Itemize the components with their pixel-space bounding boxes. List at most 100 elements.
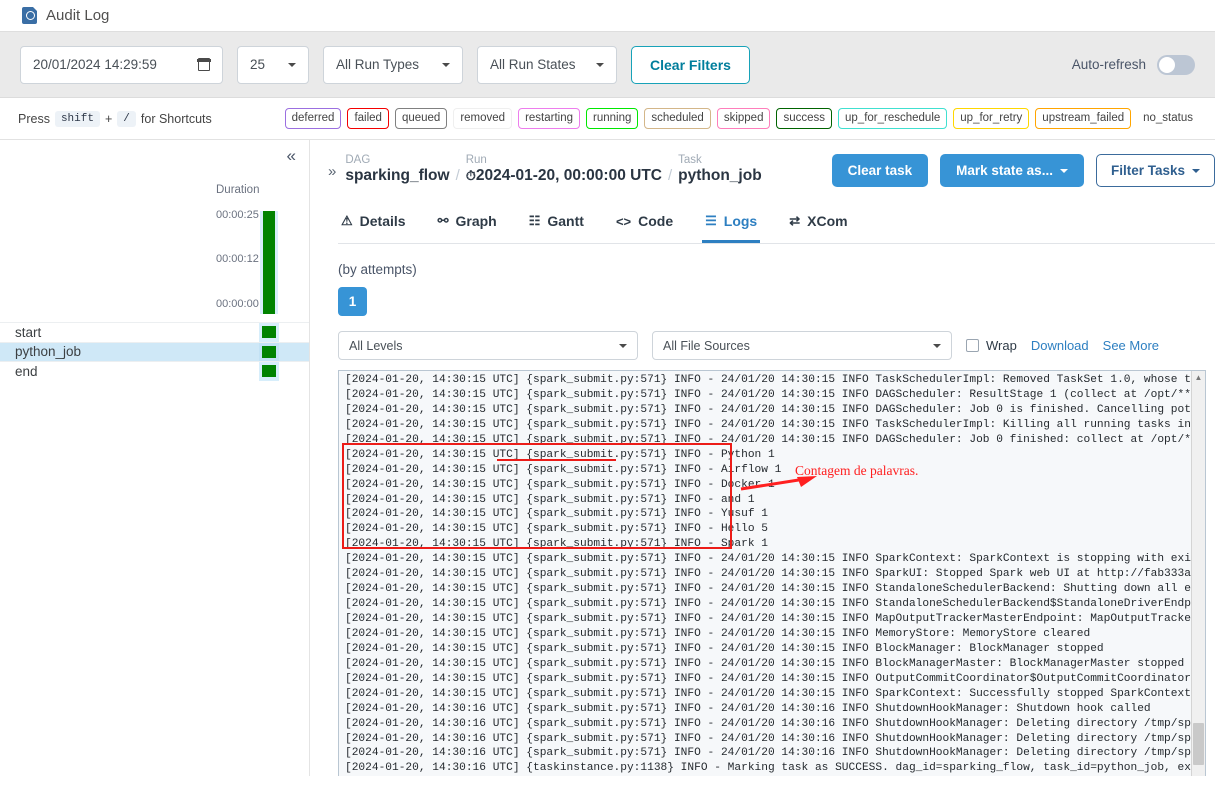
log-line: [2024-01-20, 14:30:15 UTC] {spark_submit… — [345, 553, 1206, 566]
log-vertical-scrollbar[interactable]: ▲ ▼ — [1191, 371, 1205, 776]
chevron-down-icon — [1192, 168, 1200, 177]
audit-doc-icon — [22, 7, 37, 24]
clear-task-label: Clear task — [847, 163, 913, 178]
state-badge-skipped[interactable]: skipped — [716, 108, 771, 129]
filter-tasks-button[interactable]: Filter Tasks — [1095, 154, 1215, 187]
chevron-down-icon — [442, 62, 450, 71]
run-type-select[interactable]: All Run Types — [323, 45, 463, 84]
duration-tick-mid: 00:00:12 — [216, 253, 259, 265]
breadcrumb-dag[interactable]: DAG sparking_flow — [345, 154, 449, 185]
tab-logs[interactable]: ☰ Logs — [702, 207, 761, 243]
log-line: [2024-01-20, 14:30:15 UTC] {spark_submit… — [345, 493, 755, 506]
task-status-square[interactable] — [262, 365, 276, 378]
gantt-tab-icon: ☷ — [528, 213, 541, 228]
clear-filters-button[interactable]: Clear Filters — [631, 45, 750, 84]
task-row-label: end — [15, 363, 38, 379]
state-badge-up_for_retry[interactable]: up_for_retry — [953, 108, 1030, 129]
tab-code[interactable]: <> Code — [613, 207, 676, 243]
log-level-select[interactable]: All Levels — [338, 331, 638, 360]
state-badge-failed[interactable]: failed — [347, 108, 389, 129]
log-output-panel[interactable]: [2024-01-20, 14:30:15 UTC] {spark_submit… — [338, 370, 1206, 776]
state-badge-list: deferred failed queued removed restarting run… — [284, 108, 1199, 129]
tab-gantt[interactable]: ☷ Gantt — [526, 207, 587, 243]
tab-xcom[interactable]: ⇄ XCom — [786, 207, 850, 243]
scroll-down-icon[interactable]: ▼ — [1192, 775, 1205, 776]
filter-tasks-label: Filter Tasks — [1110, 163, 1185, 178]
task-row-label: python_job — [15, 344, 82, 360]
task-actions: Clear task Mark state as... Filter Tasks — [831, 154, 1215, 187]
task-status-square[interactable] — [262, 326, 276, 339]
log-line: [2024-01-20, 14:30:16 UTC] {taskinstance… — [345, 762, 1205, 775]
page-size-select[interactable]: 25 — [237, 45, 309, 84]
log-line: [2024-01-20, 14:30:16 UTC] {spark_submit… — [345, 702, 1151, 715]
tab-graph[interactable]: ⚯ Graph — [435, 207, 500, 243]
state-badge-up_for_reschedule[interactable]: up_for_reschedule — [838, 108, 948, 129]
clock-icon: ⏱ — [465, 168, 476, 183]
expand-sidebar-icon[interactable]: » — [328, 163, 336, 180]
breadcrumb-dag-value: sparking_flow — [345, 167, 450, 184]
run-state-select[interactable]: All Run States — [477, 45, 617, 84]
clear-task-button[interactable]: Clear task — [831, 154, 929, 187]
log-line: [2024-01-20, 14:30:16 UTC] {spark_submit… — [345, 747, 1205, 760]
chevron-down-icon — [1059, 168, 1068, 177]
task-row-start[interactable]: start — [0, 322, 309, 342]
mark-state-button[interactable]: Mark state as... — [940, 154, 1084, 187]
tab-details[interactable]: ⚠ Details — [338, 207, 409, 243]
log-controls: All Levels All File Sources Wrap Downloa… — [338, 331, 1215, 360]
auto-refresh-toggle[interactable] — [1157, 54, 1195, 75]
log-source-select[interactable]: All File Sources — [652, 331, 952, 360]
main-body: « Duration 00:00:25 00:00:12 00:00:00 st… — [0, 140, 1215, 776]
log-vertical-scroll-thumb[interactable] — [1193, 723, 1204, 765]
attempt-tab-1[interactable]: 1 — [338, 287, 367, 316]
breadcrumb-task[interactable]: Task python_job — [678, 154, 762, 185]
tab-label: Code — [638, 213, 674, 229]
log-line: [2024-01-20, 14:30:16 UTC] {spark_submit… — [345, 717, 1205, 730]
state-badge-scheduled[interactable]: scheduled — [644, 108, 711, 129]
scroll-up-icon[interactable]: ▲ — [1192, 371, 1205, 385]
state-badge-success[interactable]: success — [776, 108, 833, 129]
state-badge-running[interactable]: running — [586, 108, 639, 129]
breadcrumb-run-label: Run — [465, 154, 487, 166]
log-line: [2024-01-20, 14:30:15 UTC] {spark_submit… — [345, 523, 768, 536]
log-text-content: [2024-01-20, 14:30:15 UTC] {spark_submit… — [339, 371, 1205, 776]
run-state-value: All Run States — [490, 57, 576, 72]
log-source-value: All File Sources — [663, 338, 750, 353]
logs-tab-icon: ☰ — [705, 213, 717, 228]
log-line: [2024-01-20, 14:30:15 UTC] {spark_submit… — [345, 374, 1205, 386]
execution-date-input[interactable]: 20/01/2024 14:29:59 — [20, 45, 223, 84]
state-badge-no_status: no_status — [1137, 109, 1199, 128]
state-badge-deferred[interactable]: deferred — [284, 108, 342, 129]
state-badge-upstream_failed[interactable]: upstream_failed — [1035, 108, 1132, 129]
task-row-python_job[interactable]: python_job — [0, 341, 309, 361]
task-row-label: start — [15, 324, 42, 340]
breadcrumb-run[interactable]: Run ⏱2024-01-20, 00:00:00 UTC — [466, 154, 662, 185]
wrap-label: Wrap — [986, 338, 1017, 353]
see-more-link[interactable]: See More — [1103, 338, 1159, 353]
log-line: [2024-01-20, 14:30:15 UTC] {spark_submit… — [345, 598, 1206, 611]
tab-label: Logs — [723, 213, 758, 229]
auto-refresh-label: Auto-refresh — [1071, 57, 1146, 72]
log-line: [2024-01-20, 14:30:15 UTC] {spark_submit… — [345, 433, 1205, 446]
by-attempts-label: (by attempts) — [338, 262, 417, 277]
duration-bar[interactable] — [263, 211, 275, 314]
log-line: [2024-01-20, 14:30:15 UTC] {spark_submit… — [345, 642, 1104, 655]
download-link[interactable]: Download — [1031, 338, 1089, 353]
details-tab-icon: ⚠ — [341, 213, 353, 228]
log-line: [2024-01-20, 14:30:15 UTC] {spark_submit… — [345, 583, 1206, 596]
duration-tick-max: 00:00:25 — [216, 209, 259, 221]
mark-state-label: Mark state as... — [956, 163, 1053, 178]
grid-sidebar: « Duration 00:00:25 00:00:12 00:00:00 st… — [0, 140, 310, 776]
task-status-square[interactable] — [262, 345, 276, 358]
state-badge-restarting[interactable]: restarting — [518, 108, 581, 129]
task-row-end[interactable]: end — [0, 361, 309, 381]
collapse-sidebar-icon[interactable]: « — [287, 147, 296, 164]
tab-label: Gantt — [547, 213, 584, 229]
state-badge-removed[interactable]: removed — [453, 108, 513, 129]
checkbox-icon — [966, 339, 979, 352]
shortcut-prefix: Press — [18, 111, 50, 126]
state-legend-bar: Press shift + / for Shortcuts deferred fa… — [0, 98, 1215, 140]
log-line: [2024-01-20, 14:30:15 UTC] {spark_submit… — [345, 388, 1205, 401]
state-badge-queued[interactable]: queued — [394, 108, 448, 129]
wrap-checkbox[interactable]: Wrap — [966, 338, 1017, 353]
log-line: [2024-01-20, 14:30:15 UTC] {spark_submit… — [345, 538, 768, 551]
